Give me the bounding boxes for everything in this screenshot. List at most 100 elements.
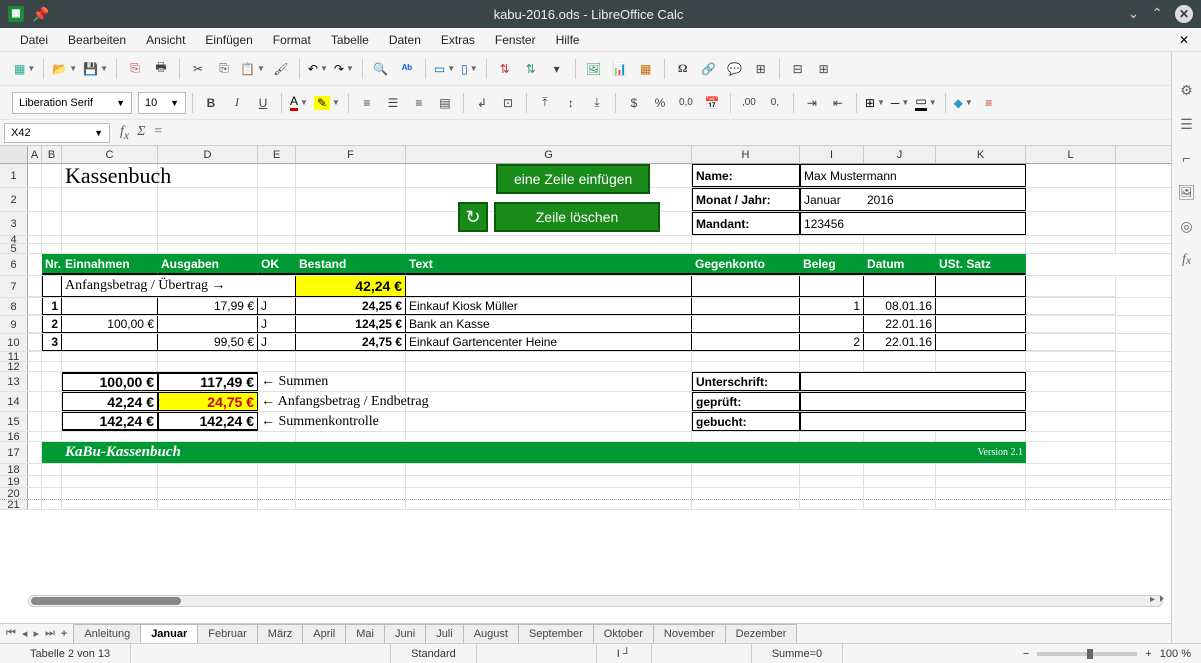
- grid-row[interactable]: 14 42,24 € 24,75 € ← Anfangsbetrag / End…: [0, 392, 1171, 412]
- menu-extras[interactable]: Extras: [433, 31, 483, 49]
- scrollbar-thumb[interactable]: [31, 597, 181, 605]
- table-row[interactable]: 8 1 17,99 € J 24,25 € Einkauf Kiosk Müll…: [0, 298, 1171, 316]
- increase-indent-button[interactable]: ⇥: [800, 91, 824, 115]
- valign-bot-button[interactable]: ⤓: [585, 91, 609, 115]
- special-char-button[interactable]: Ω: [671, 57, 695, 81]
- italic-button[interactable]: I: [225, 91, 249, 115]
- sheet-tab[interactable]: März: [257, 624, 303, 643]
- scroll-end-icon[interactable]: ⏵: [1157, 594, 1166, 605]
- menu-close-doc[interactable]: ✕: [1179, 33, 1189, 47]
- menu-datei[interactable]: Datei: [12, 31, 56, 49]
- merge-button[interactable]: ⊡: [496, 91, 520, 115]
- maximize-button[interactable]: ⌃: [1151, 5, 1163, 23]
- gallery-icon[interactable]: 🖼: [1177, 182, 1197, 202]
- styles-icon[interactable]: ⌐: [1177, 148, 1197, 168]
- row-header[interactable]: 9: [0, 316, 28, 333]
- row-header[interactable]: 6: [0, 254, 28, 275]
- number-button[interactable]: 0,0: [674, 91, 698, 115]
- spreadsheet-grid[interactable]: A B C D E F G H I J K L 1 Kassenbuch Nam…: [0, 146, 1171, 611]
- row-header[interactable]: 5: [0, 244, 28, 253]
- sheet-tab[interactable]: September: [518, 624, 594, 643]
- function-wizard-button[interactable]: fx: [120, 124, 129, 142]
- underline-button[interactable]: U: [251, 91, 275, 115]
- find-button[interactable]: 🔍: [369, 57, 393, 81]
- row-header[interactable]: 21: [0, 500, 28, 509]
- row-header[interactable]: 12: [0, 362, 28, 371]
- row-header[interactable]: 10: [0, 334, 28, 351]
- percent-button[interactable]: %: [648, 91, 672, 115]
- comment-button[interactable]: 💬: [723, 57, 747, 81]
- zoom-slider[interactable]: [1037, 652, 1137, 656]
- col-header[interactable]: I: [800, 146, 864, 163]
- grid-row[interactable]: 18: [0, 464, 1171, 476]
- align-justify-button[interactable]: ▤: [433, 91, 457, 115]
- valign-top-button[interactable]: ⤒: [533, 91, 557, 115]
- row-header[interactable]: 14: [0, 392, 28, 411]
- grid-row[interactable]: 17 KaBu-Kassenbuch Version 2.1: [0, 442, 1171, 464]
- redo-button[interactable]: ↷▼: [332, 62, 356, 76]
- border-style-button[interactable]: ─▼: [889, 96, 911, 110]
- bg-color-button[interactable]: ◆▼: [952, 96, 975, 110]
- col-header[interactable]: K: [936, 146, 1026, 163]
- sidebar-settings-icon[interactable]: ⚙: [1177, 80, 1197, 100]
- sum-button[interactable]: Σ: [137, 124, 145, 142]
- borders-button[interactable]: ⊞▼: [863, 96, 887, 110]
- navigator-icon[interactable]: ◎: [1177, 216, 1197, 236]
- select-all-corner[interactable]: [0, 146, 28, 163]
- insert-row-button[interactable]: eine Zeile einfügen: [496, 164, 650, 194]
- formula-input[interactable]: [173, 123, 1183, 143]
- equals-button[interactable]: =: [153, 124, 162, 142]
- row-header[interactable]: 17: [0, 442, 28, 463]
- cond-format-button[interactable]: ≡: [977, 91, 1001, 115]
- row-button[interactable]: ▭▼: [432, 62, 457, 76]
- delete-row-button[interactable]: Zeile löschen: [494, 202, 660, 232]
- row-header[interactable]: 20: [0, 488, 28, 499]
- clone-format-button[interactable]: 🖌: [269, 57, 293, 81]
- row-header[interactable]: 16: [0, 432, 28, 441]
- pin-icon[interactable]: 📌: [32, 6, 49, 23]
- grid-row[interactable]: 6 Nr. Einnahmen Ausgaben OK Bestand Text…: [0, 254, 1171, 276]
- grid-row[interactable]: 21: [0, 500, 1171, 510]
- pivot-button[interactable]: ▦: [634, 57, 658, 81]
- valign-mid-button[interactable]: ↕: [559, 91, 583, 115]
- sort-desc-button[interactable]: ⇅: [519, 57, 543, 81]
- sheet-tab[interactable]: April: [302, 624, 346, 643]
- grid-row[interactable]: 4: [0, 236, 1171, 244]
- paste-button[interactable]: 📋▼: [238, 62, 267, 76]
- zoom-level[interactable]: 100 %: [1160, 648, 1191, 660]
- grid-row[interactable]: 16: [0, 432, 1171, 442]
- col-header[interactable]: D: [158, 146, 258, 163]
- freeze-button[interactable]: ⊟: [786, 57, 810, 81]
- grid-row[interactable]: 13 100,00 € 117,49 € ← Summen Unterschri…: [0, 372, 1171, 392]
- row-header[interactable]: 18: [0, 464, 28, 475]
- col-header[interactable]: H: [692, 146, 800, 163]
- cut-button[interactable]: ✂: [186, 57, 210, 81]
- sheet-tab[interactable]: August: [463, 624, 519, 643]
- grid-row[interactable]: 19: [0, 476, 1171, 488]
- undo-button[interactable]: ↶▼: [306, 62, 330, 76]
- horizontal-scrollbar[interactable]: ▸⏵: [28, 595, 1163, 607]
- cell-reference-box[interactable]: X42▼: [4, 123, 110, 143]
- row-header[interactable]: 1: [0, 164, 28, 187]
- spellcheck-button[interactable]: ᴬᵇ: [395, 57, 419, 81]
- autofilter-button[interactable]: ▾: [545, 57, 569, 81]
- status-insert[interactable]: I ┘: [597, 644, 652, 663]
- row-header[interactable]: 2: [0, 188, 28, 211]
- sheet-tab[interactable]: Oktober: [593, 624, 654, 643]
- grid-row[interactable]: 11: [0, 352, 1171, 362]
- tabs-next-icon[interactable]: ▸: [33, 627, 39, 640]
- minimize-button[interactable]: ⌄: [1128, 5, 1140, 23]
- save-button[interactable]: 💾▼: [81, 62, 110, 76]
- bold-button[interactable]: B: [199, 91, 223, 115]
- zoom-out-button[interactable]: −: [1023, 648, 1029, 660]
- col-header[interactable]: B: [42, 146, 62, 163]
- close-button[interactable]: ✕: [1175, 5, 1193, 23]
- sheet-tab[interactable]: Anleitung: [73, 624, 141, 643]
- align-left-button[interactable]: ≡: [355, 91, 379, 115]
- row-header[interactable]: 3: [0, 212, 28, 235]
- menu-einfuegen[interactable]: Einfügen: [197, 31, 260, 49]
- menu-bearbeiten[interactable]: Bearbeiten: [60, 31, 134, 49]
- print-button[interactable]: 🖶: [149, 57, 173, 81]
- headers-button[interactable]: ⊞: [749, 57, 773, 81]
- sheet-tab[interactable]: Dezember: [725, 624, 798, 643]
